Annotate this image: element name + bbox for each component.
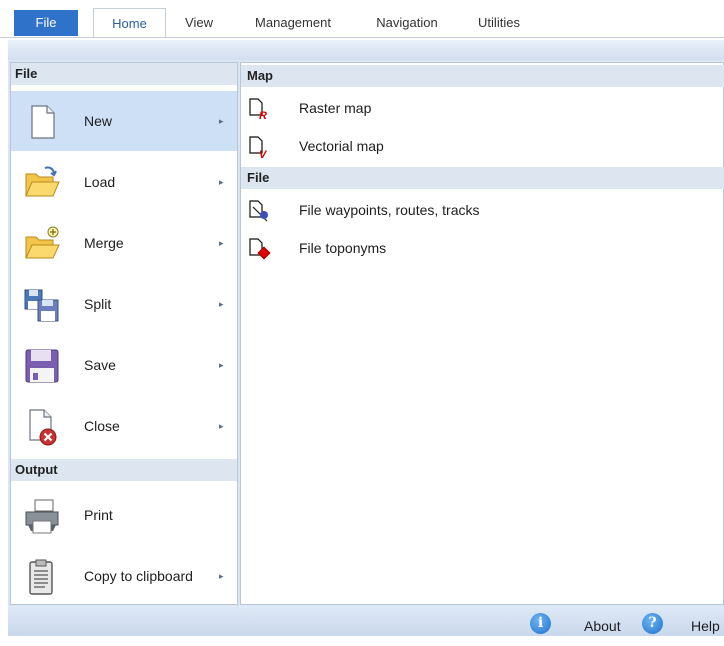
chevron-right-icon: ▸ (219, 421, 224, 431)
submenu-item-label: Vectorial map (299, 138, 384, 154)
svg-text:R: R (259, 110, 267, 121)
menu-item-label: Load (84, 174, 116, 190)
chevron-right-icon: ▸ (219, 360, 224, 370)
menu-item-merge[interactable]: Merge ▸ (11, 213, 237, 273)
vectorial-map-icon: V (249, 136, 268, 159)
tab-management[interactable]: Management (238, 8, 348, 37)
menu-item-label: New (84, 113, 113, 129)
toponyms-file-icon (249, 238, 271, 260)
save-disk-icon (25, 349, 59, 383)
submenu-header-file: File (241, 167, 724, 189)
submenu-item-raster-map[interactable]: R Raster map (241, 89, 724, 127)
section-header-file: File (11, 63, 237, 85)
merge-folder-icon (25, 226, 60, 259)
submenu-item-vectorial-map[interactable]: V Vectorial map (241, 127, 724, 165)
open-folder-icon (25, 166, 60, 197)
menu-item-load[interactable]: Load ▸ (11, 152, 237, 212)
menu-item-print[interactable]: Print (11, 485, 237, 545)
raster-map-icon: R (249, 98, 267, 121)
backstage-top-strip (8, 40, 724, 60)
submenu-item-label: File waypoints, routes, tracks (299, 202, 480, 218)
tab-file[interactable]: File (14, 10, 78, 36)
new-document-icon (31, 105, 55, 139)
help-icon[interactable]: ? (642, 613, 663, 634)
menu-item-save[interactable]: Save ▸ (11, 335, 237, 395)
chevron-right-icon: ▸ (219, 238, 224, 248)
chevron-right-icon: ▸ (219, 116, 224, 126)
ribbon-divider (0, 37, 724, 38)
new-submenu-panel: Map R Raster map V Vectorial map File Fi… (240, 62, 724, 605)
tab-home[interactable]: Home (93, 8, 166, 37)
clipboard-icon (29, 559, 53, 595)
menu-item-label: Print (84, 507, 113, 523)
about-link[interactable]: About (584, 606, 621, 646)
menu-item-label: Split (84, 296, 112, 312)
backstage-menu: File New ▸ Load ▸ Merge ▸ Split ▸ Save ▸… (10, 62, 238, 605)
menu-item-label: Copy to clipboard (84, 568, 193, 584)
svg-text:V: V (259, 149, 268, 159)
submenu-item-file-toponyms[interactable]: File toponyms (241, 229, 724, 267)
tab-view[interactable]: View (170, 8, 228, 37)
info-icon[interactable]: i (530, 613, 551, 634)
submenu-item-label: File toponyms (299, 240, 387, 256)
menu-item-copy-to-clipboard[interactable]: Copy to clipboard ▸ (11, 546, 237, 606)
menu-item-new[interactable]: New ▸ (11, 91, 237, 151)
ribbon-tab-bar: File Home View Management Navigation Uti… (0, 0, 724, 37)
menu-item-label: Save (84, 357, 116, 373)
status-bar: i About ? Help (8, 606, 724, 636)
waypoints-file-icon (249, 200, 268, 222)
tab-utilities[interactable]: Utilities (462, 8, 536, 37)
menu-item-label: Close (84, 418, 120, 434)
close-document-icon (29, 409, 57, 446)
menu-item-label: Merge (84, 235, 124, 251)
menu-item-close[interactable]: Close ▸ (11, 396, 237, 456)
split-disk-icon (24, 289, 59, 322)
section-header-output: Output (11, 459, 237, 481)
printer-icon (25, 499, 59, 534)
help-link[interactable]: Help (691, 606, 720, 646)
chevron-right-icon: ▸ (219, 571, 224, 581)
submenu-item-label: Raster map (299, 100, 372, 116)
chevron-right-icon: ▸ (219, 299, 224, 309)
tab-navigation[interactable]: Navigation (360, 8, 454, 37)
menu-item-split[interactable]: Split ▸ (11, 274, 237, 334)
submenu-item-file-waypoints[interactable]: File waypoints, routes, tracks (241, 191, 724, 229)
submenu-header-map: Map (241, 65, 724, 87)
chevron-right-icon: ▸ (219, 177, 224, 187)
